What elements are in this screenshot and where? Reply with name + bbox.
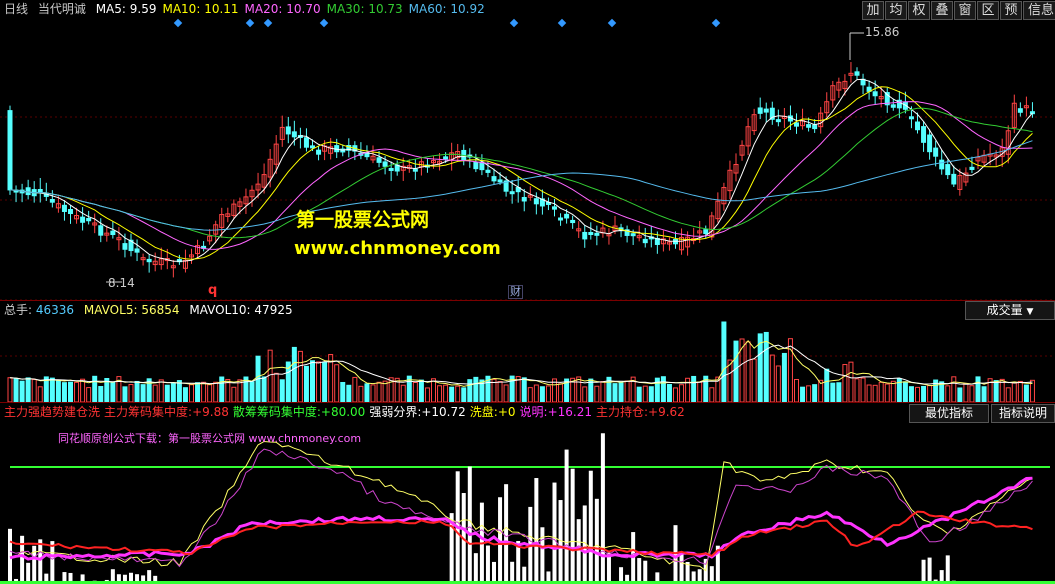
- indicator-item: 说明:+16.21: [519, 405, 592, 419]
- ma-item: MA10: 10.11: [162, 2, 239, 16]
- volume-legend: 总手: 46336 MAVOL5: 56854 MAVOL10: 47925: [0, 301, 1055, 320]
- low-price-label: 8.14: [108, 276, 135, 290]
- volume-label: 总手: 46336: [4, 303, 75, 317]
- mavol5-label: MAVOL5: 56854: [83, 303, 180, 317]
- indicator-panel: 主力强趋势建仓洗 主力筹码集中度:+9.88 散筹筹码集中度:+80.00 强弱分界:…: [0, 403, 1055, 584]
- indicator-item: 洗盘:+0: [469, 405, 516, 419]
- toolbar-button[interactable]: 窗: [954, 1, 976, 20]
- indicator-item: 散筹筹码集中度:+80.00: [232, 405, 366, 419]
- price-panel: 日线 当代明诚 MA5: 9.59 MA10: 10.11 MA20: 10.70 M…: [0, 0, 1055, 300]
- stock-name: 当代明诚: [37, 2, 86, 16]
- price-chart: [0, 18, 1055, 300]
- indicator-explain-button[interactable]: 指标说明: [991, 404, 1055, 423]
- marker-cai[interactable]: 财: [508, 285, 523, 299]
- ma-item: MA20: 10.70: [244, 2, 321, 16]
- high-price-label: 15.86: [865, 25, 900, 39]
- watermark-title: 第一股票公式网: [296, 209, 430, 231]
- toolbar-button[interactable]: 均: [885, 1, 907, 20]
- period-label[interactable]: 日线: [4, 2, 28, 16]
- mavol10-label: MAVOL10: 47925: [189, 303, 293, 317]
- toolbar-button[interactable]: 预: [1000, 1, 1022, 20]
- indicator-item: 强弱分界:+10.72: [369, 405, 466, 419]
- ma-item: MA5: 9.59: [95, 2, 157, 16]
- indicator-item: 主力强趋势建仓洗: [4, 405, 101, 419]
- volume-indicator-select[interactable]: 成交量 ▼: [965, 301, 1055, 320]
- indicator-item: 主力筹码集中度:+9.88: [104, 405, 229, 419]
- ma-item: MA30: 10.73: [326, 2, 403, 16]
- toolbar-button[interactable]: 区: [977, 1, 999, 20]
- indicator-legend: 主力强趋势建仓洗 主力筹码集中度:+9.88 散筹筹码集中度:+80.00 强弱分界:…: [0, 403, 1055, 422]
- marker-q: q: [208, 283, 218, 298]
- chevron-down-icon: ▼: [1026, 307, 1034, 317]
- indicator-item: 主力持仓:+9.62: [596, 405, 685, 419]
- toolbar-button[interactable]: 叠: [931, 1, 953, 20]
- toolbar-button[interactable]: 加: [862, 1, 884, 20]
- formula-note: 同花顺原创公式下载：第一股票公式网 www.chnmoney.com: [58, 432, 362, 445]
- best-indicator-button[interactable]: 最优指标: [909, 404, 989, 423]
- volume-panel: 总手: 46336 MAVOL5: 56854 MAVOL10: 47925 成…: [0, 301, 1055, 402]
- ma-item: MA60: 10.92: [408, 2, 485, 16]
- toolbar-button[interactable]: 信息: [1023, 1, 1055, 20]
- watermark-url: www.chnmoney.com: [294, 238, 501, 259]
- toolbar-button[interactable]: 权: [908, 1, 930, 20]
